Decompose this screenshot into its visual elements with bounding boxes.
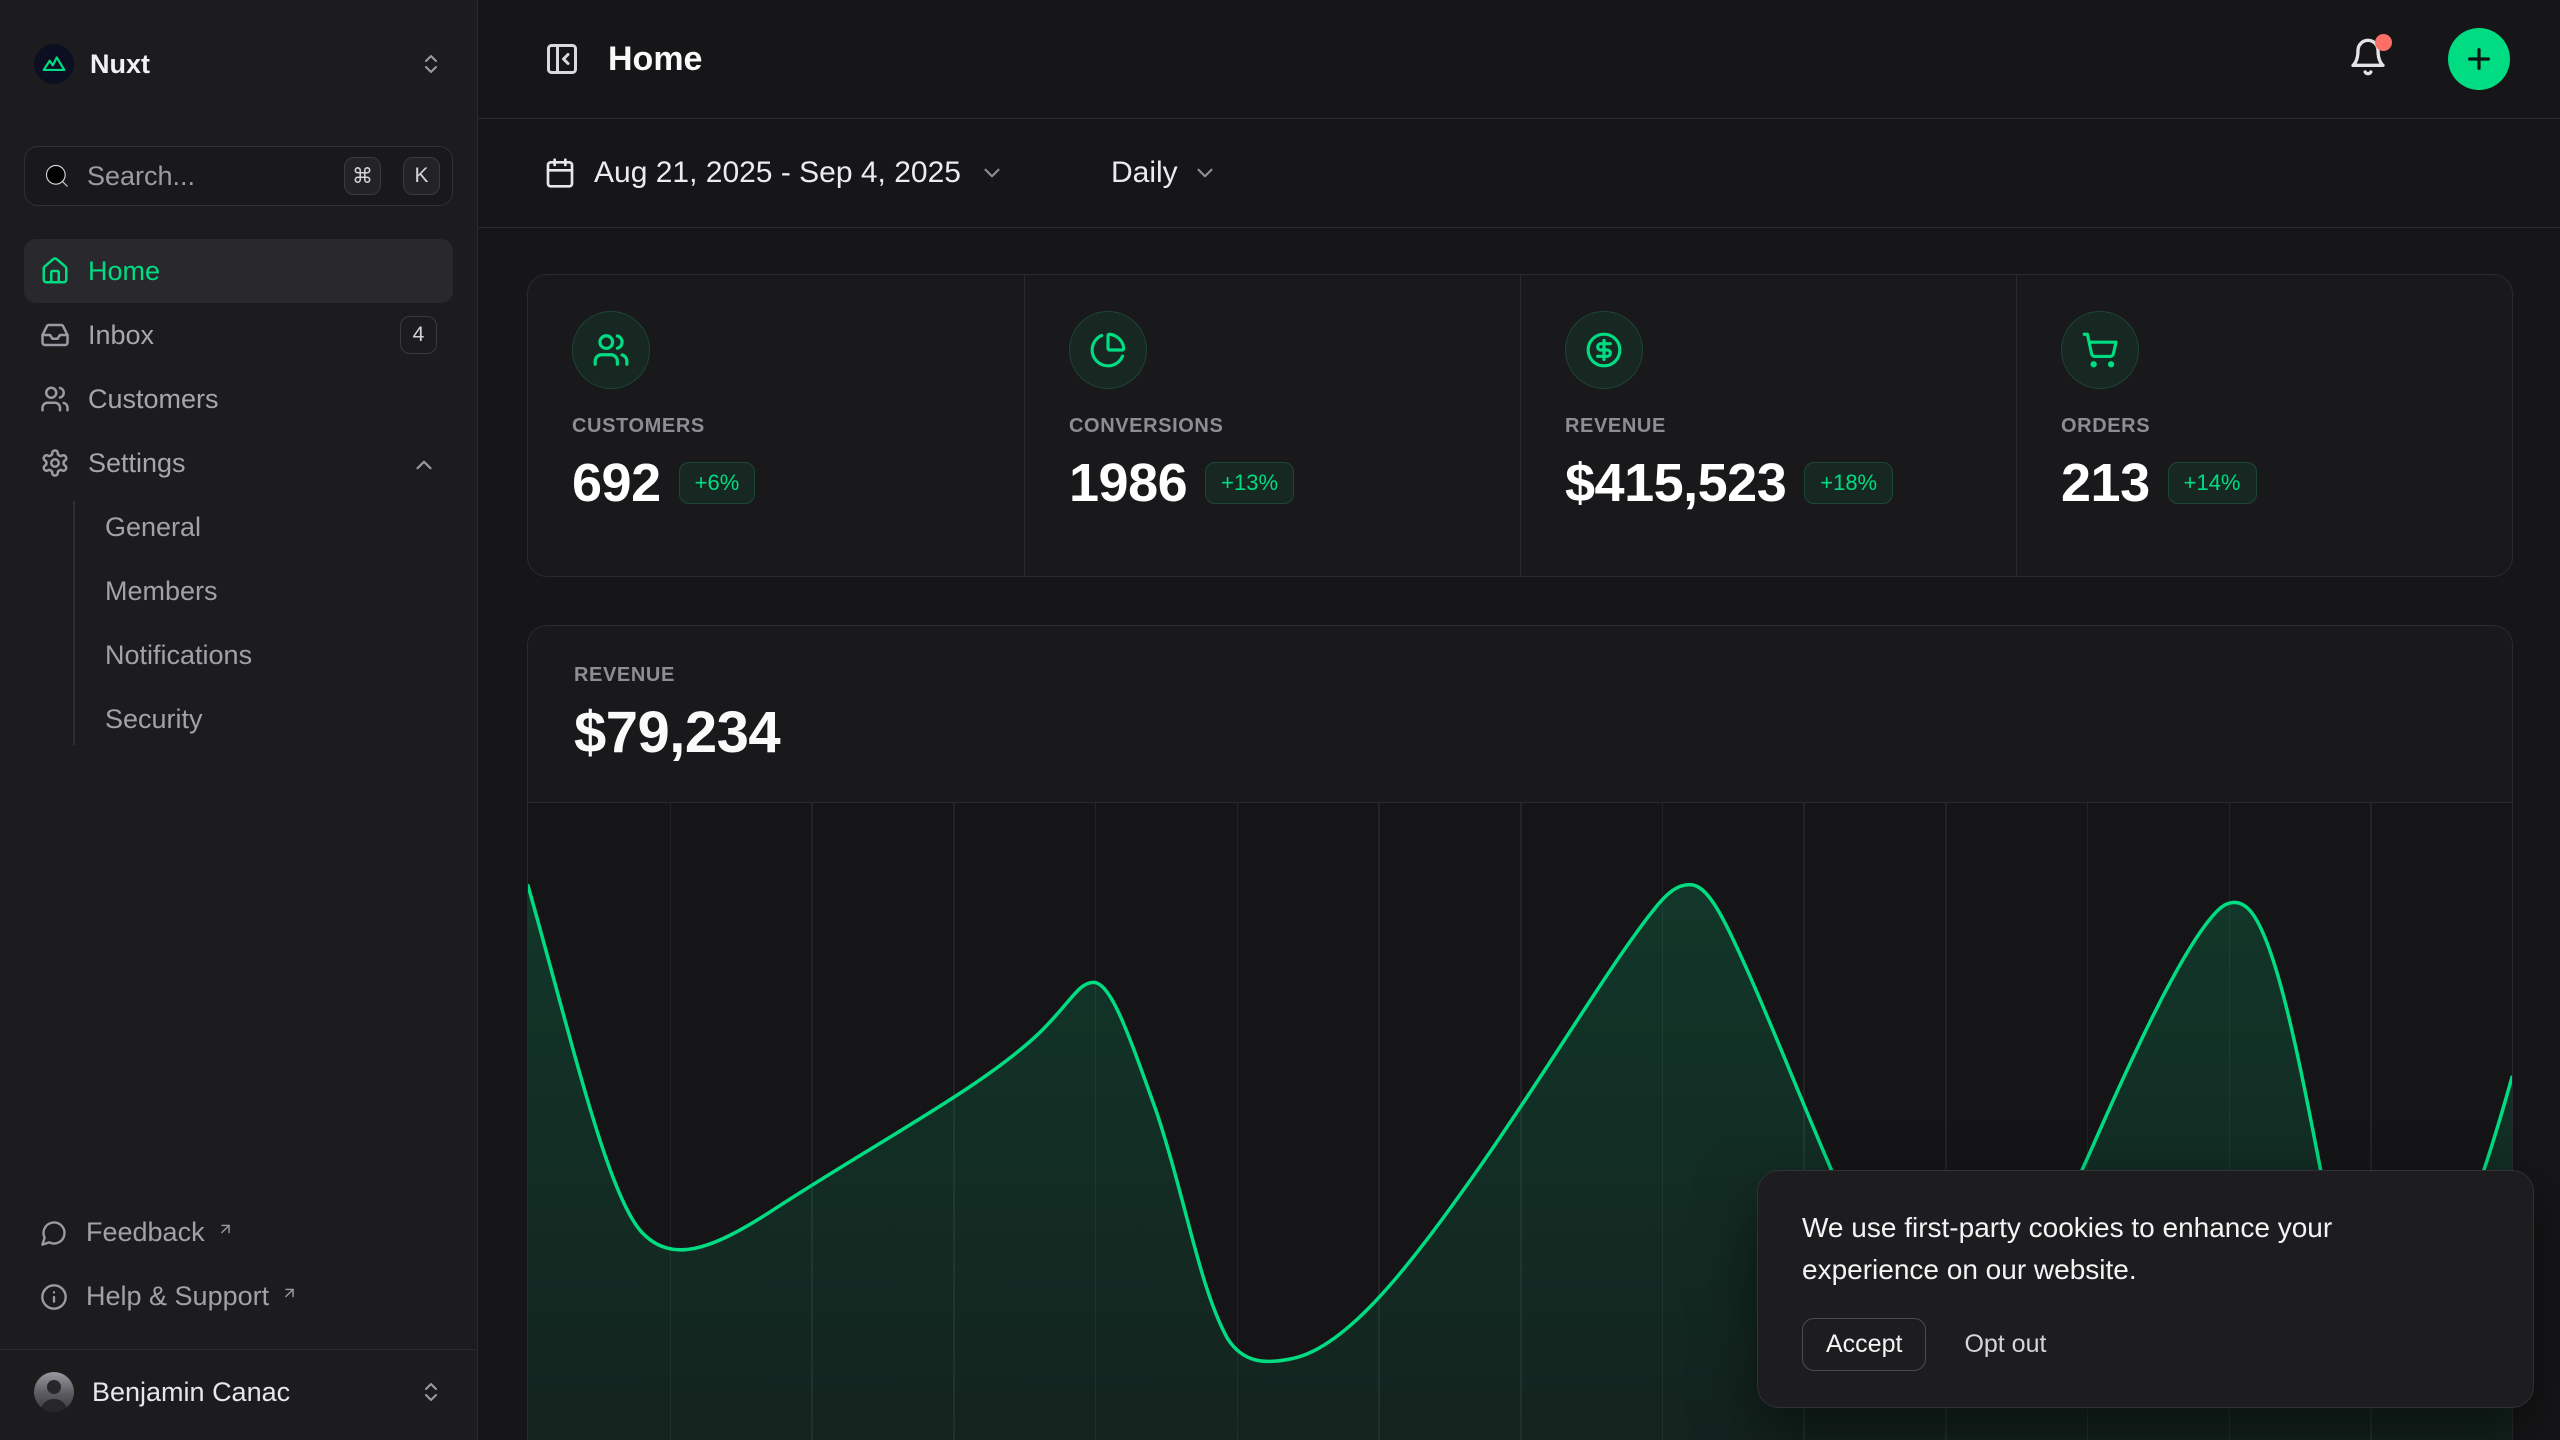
stat-orders[interactable]: ORDERS 213 +14%: [2016, 275, 2512, 576]
cookie-banner: We use first-party cookies to enhance yo…: [1757, 1170, 2534, 1408]
stat-delta-badge: +6%: [679, 462, 756, 504]
content: CUSTOMERS 692 +6% CONVERSIONS 1986 +13%: [478, 228, 2560, 1440]
workspace-name: Nuxt: [90, 49, 403, 80]
date-range-value: Aug 21, 2025 - Sep 4, 2025: [594, 156, 961, 190]
feedback-link[interactable]: Feedback: [24, 1201, 453, 1265]
home-icon: [40, 256, 70, 286]
revenue-value: $79,234: [574, 699, 2466, 766]
inbox-count-badge: 4: [400, 316, 437, 354]
message-circle-icon: [40, 1219, 68, 1247]
sidebar-item-label: Customers: [88, 384, 219, 415]
feedback-label: Feedback: [86, 1217, 205, 1248]
sidebar-item-label: Home: [88, 256, 160, 287]
dollar-circle-icon: [1565, 311, 1643, 389]
shopping-cart-icon: [2061, 311, 2139, 389]
stat-label: ORDERS: [2061, 415, 2468, 438]
sidebar-item-general[interactable]: General: [105, 495, 453, 559]
users-icon: [572, 311, 650, 389]
chevron-up-icon: [411, 450, 437, 476]
granularity-value: Daily: [1111, 156, 1178, 190]
chevron-down-icon: [1192, 160, 1218, 186]
main-area: Home Aug 21, 2025 - Sep 4, 2025 Daily: [478, 0, 2560, 1440]
inbox-icon: [40, 320, 70, 350]
filter-toolbar: Aug 21, 2025 - Sep 4, 2025 Daily: [478, 119, 2560, 228]
plus-icon: [2463, 43, 2495, 75]
optout-cookies-button[interactable]: Opt out: [1964, 1330, 2046, 1359]
revenue-header: REVENUE $79,234: [528, 626, 2512, 802]
sidebar-item-home[interactable]: Home: [24, 239, 453, 303]
sidebar-divider: [0, 1349, 477, 1351]
sidebar-item-inbox[interactable]: Inbox 4: [24, 303, 453, 367]
app-root: Nuxt Search... ⌘ K Home Inbox: [0, 0, 2560, 1440]
settings-submenu: General Members Notifications Security: [24, 495, 453, 751]
sidebar-item-security[interactable]: Security: [105, 687, 453, 751]
sidebar-item-members[interactable]: Members: [105, 559, 453, 623]
calendar-icon: [544, 157, 576, 189]
search-icon: [43, 162, 71, 190]
user-menu[interactable]: Benjamin Canac: [24, 1360, 453, 1424]
shortcut-key-k: K: [403, 157, 440, 195]
sidebar-item-label: Inbox: [88, 320, 154, 351]
info-circle-icon: [40, 1283, 68, 1311]
nuxt-logo-icon: [34, 44, 74, 84]
stat-delta-badge: +13%: [1205, 462, 1294, 504]
accept-cookies-button[interactable]: Accept: [1802, 1318, 1926, 1371]
page-header: Home: [478, 0, 2560, 119]
stat-delta-badge: +14%: [2168, 462, 2257, 504]
cookie-message: We use first-party cookies to enhance yo…: [1802, 1207, 2412, 1290]
stats-row: CUSTOMERS 692 +6% CONVERSIONS 1986 +13%: [527, 274, 2513, 577]
sidebar-item-notifications[interactable]: Notifications: [105, 623, 453, 687]
external-link-icon: [217, 1215, 234, 1232]
pie-chart-icon: [1069, 311, 1147, 389]
stat-value: 1986: [1069, 452, 1187, 514]
stat-label: REVENUE: [1565, 415, 1972, 438]
collapse-sidebar-icon[interactable]: [544, 41, 580, 77]
search-input[interactable]: Search... ⌘ K: [24, 146, 453, 206]
stat-conversions[interactable]: CONVERSIONS 1986 +13%: [1024, 275, 1520, 576]
chevrons-up-down-icon: [419, 52, 443, 76]
notifications-button[interactable]: [2348, 37, 2388, 82]
stat-customers[interactable]: CUSTOMERS 692 +6%: [528, 275, 1024, 576]
chevron-down-icon: [979, 160, 1005, 186]
granularity-select[interactable]: Daily: [1111, 156, 1218, 190]
stat-value: 692: [572, 452, 661, 514]
sidebar-item-customers[interactable]: Customers: [24, 367, 453, 431]
sidebar-item-settings[interactable]: Settings: [24, 431, 453, 495]
help-support-label: Help & Support: [86, 1281, 269, 1312]
stat-revenue[interactable]: REVENUE $415,523 +18%: [1520, 275, 2016, 576]
shortcut-key-cmd: ⌘: [344, 157, 381, 195]
stat-delta-badge: +18%: [1804, 462, 1893, 504]
gear-icon: [40, 448, 70, 478]
sidebar-spacer: [24, 751, 453, 1201]
help-support-link[interactable]: Help & Support: [24, 1265, 453, 1329]
date-range-picker[interactable]: Aug 21, 2025 - Sep 4, 2025: [544, 156, 1005, 190]
avatar: [34, 1372, 74, 1412]
revenue-label: REVENUE: [574, 664, 2466, 687]
stat-value: $415,523: [1565, 452, 1786, 514]
user-name: Benjamin Canac: [92, 1377, 401, 1408]
external-link-icon: [281, 1279, 298, 1296]
chevrons-up-down-icon: [419, 1380, 443, 1404]
add-button[interactable]: [2448, 28, 2510, 90]
sidebar-item-label: Settings: [88, 448, 186, 479]
notification-dot: [2375, 34, 2392, 51]
workspace-switcher[interactable]: Nuxt: [24, 36, 453, 92]
stat-value: 213: [2061, 452, 2150, 514]
sidebar-nav: Home Inbox 4 Customers Setting: [24, 239, 453, 751]
stat-label: CONVERSIONS: [1069, 415, 1476, 438]
page-title: Home: [608, 40, 2320, 79]
stat-label: CUSTOMERS: [572, 415, 980, 438]
sidebar: Nuxt Search... ⌘ K Home Inbox: [0, 0, 478, 1440]
search-placeholder: Search...: [87, 161, 322, 192]
users-icon: [40, 384, 70, 414]
